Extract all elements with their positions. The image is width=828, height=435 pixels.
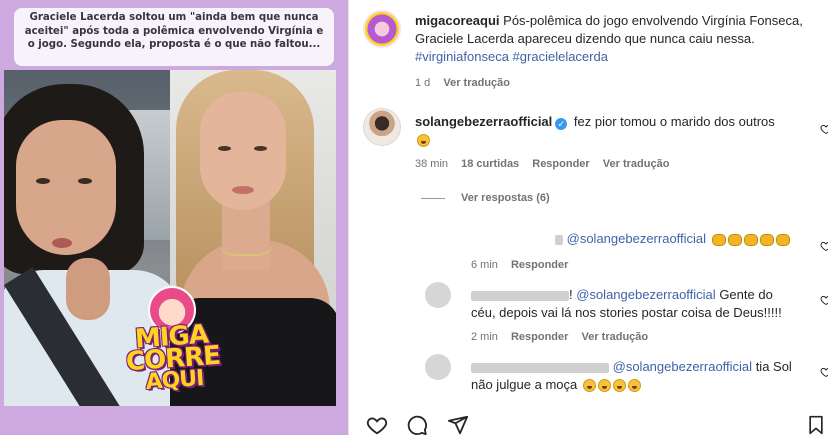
laughing-emoji-icon (612, 379, 626, 393)
post-username[interactable]: migacoreaqui (415, 13, 500, 28)
reply-time: 2 min (471, 331, 498, 343)
comment-likes[interactable]: 18 curtidas (461, 158, 519, 170)
heart-icon[interactable] (820, 123, 828, 135)
laughing-emoji-icon (582, 379, 596, 393)
reply-mention[interactable]: @solangebezerraofficial (567, 231, 706, 246)
neck (222, 200, 270, 270)
comment-username[interactable]: solangebezerraofficial (415, 114, 552, 129)
clap-emoji-icon (711, 233, 726, 246)
reply-text-tail: tia Sol (755, 359, 792, 374)
mouth (232, 186, 254, 194)
post-time: 1 d (415, 77, 431, 89)
reply: ! @solangebezerraofficial Gente do céu, … (471, 286, 821, 322)
reply: @solangebezerraofficial (555, 230, 815, 248)
eye (218, 146, 231, 151)
eye (254, 146, 267, 151)
comment-icon[interactable] (405, 414, 429, 435)
see-translation-button[interactable]: Ver tradução (582, 331, 649, 343)
clap-emoji-icon (759, 233, 774, 246)
divider (421, 197, 445, 199)
comment-time: 38 min (415, 158, 449, 170)
post-image: Graciele Lacerda soltou um "ainda bem qu… (0, 0, 348, 435)
reply: @solangebezerraofficial tia Sol não julg… (471, 358, 821, 394)
eye (36, 178, 50, 184)
heart-icon[interactable] (820, 366, 828, 378)
laughing-emoji-icon (417, 134, 430, 148)
avatar[interactable] (363, 10, 401, 48)
reply-mention[interactable]: @solangebezerraofficial (576, 287, 715, 302)
avatar[interactable] (425, 282, 451, 308)
action-bar (365, 414, 482, 435)
reply-meta: 2 min Responder Ver tradução (471, 330, 658, 344)
comment-text: fez pior tomou o marido dos outros (573, 114, 775, 129)
clap-emoji-icon (775, 233, 790, 246)
mouth (52, 238, 72, 248)
reply-button[interactable]: Responder (511, 331, 568, 343)
avatar[interactable] (363, 108, 401, 146)
miga-corre-aqui-logo: MIGA CORRE AQUI (118, 282, 228, 402)
reply-time: 6 min (471, 259, 498, 271)
redacted-username (555, 234, 563, 245)
heart-icon[interactable] (820, 240, 828, 252)
view-replies-label: Ver respostas (6) (461, 192, 550, 204)
post-see-translation[interactable]: Ver tradução (443, 77, 510, 89)
eye (78, 178, 92, 184)
reply-text-prefix: ! (569, 287, 573, 302)
post-meta: 1 d Ver tradução (415, 76, 520, 90)
redacted-username (471, 290, 569, 301)
laughing-emoji-icon (597, 379, 611, 393)
comment-meta: 38 min 18 curtidas Responder Ver traduçã… (415, 157, 679, 171)
necklace (218, 240, 274, 256)
reply-button[interactable]: Responder (511, 259, 568, 271)
post-hashtags[interactable]: #virginiafonseca #gracielelacerda (415, 49, 608, 64)
hand (66, 258, 110, 320)
reply-text-line-1: Gente do (719, 287, 773, 302)
post-caption: migacoreaqui Pós-polêmica do jogo envolv… (415, 12, 825, 66)
bookmark-icon[interactable] (806, 414, 826, 435)
clap-emoji-icon (727, 233, 742, 246)
comment: solangebezerraofficial ✓ fez pior tomou o… (415, 113, 815, 149)
verified-icon: ✓ (555, 118, 568, 130)
redacted-username (471, 362, 609, 373)
comments-panel: migacoreaqui Pós-polêmica do jogo envolv… (348, 0, 828, 435)
reply-text-line-2: não julgue a moça (471, 377, 578, 392)
view-replies-button[interactable]: Ver respostas (6) (421, 192, 550, 204)
like-heart-icon[interactable] (365, 414, 389, 435)
reply-text-line-2: céu, depois vai lá nos stories postar co… (471, 305, 782, 320)
post-image-caption: Graciele Lacerda soltou um "ainda bem qu… (14, 8, 334, 66)
reply-meta: 6 min Responder (471, 258, 578, 272)
reply-mention[interactable]: @solangebezerraofficial (613, 359, 752, 374)
avatar[interactable] (425, 354, 451, 380)
see-translation-button[interactable]: Ver tradução (603, 158, 670, 170)
reply-button[interactable]: Responder (532, 158, 589, 170)
clap-emoji-icon (743, 233, 758, 246)
face (16, 120, 116, 255)
share-icon[interactable] (446, 414, 470, 435)
heart-icon[interactable] (820, 294, 828, 306)
laughing-emoji-icon (627, 379, 641, 393)
